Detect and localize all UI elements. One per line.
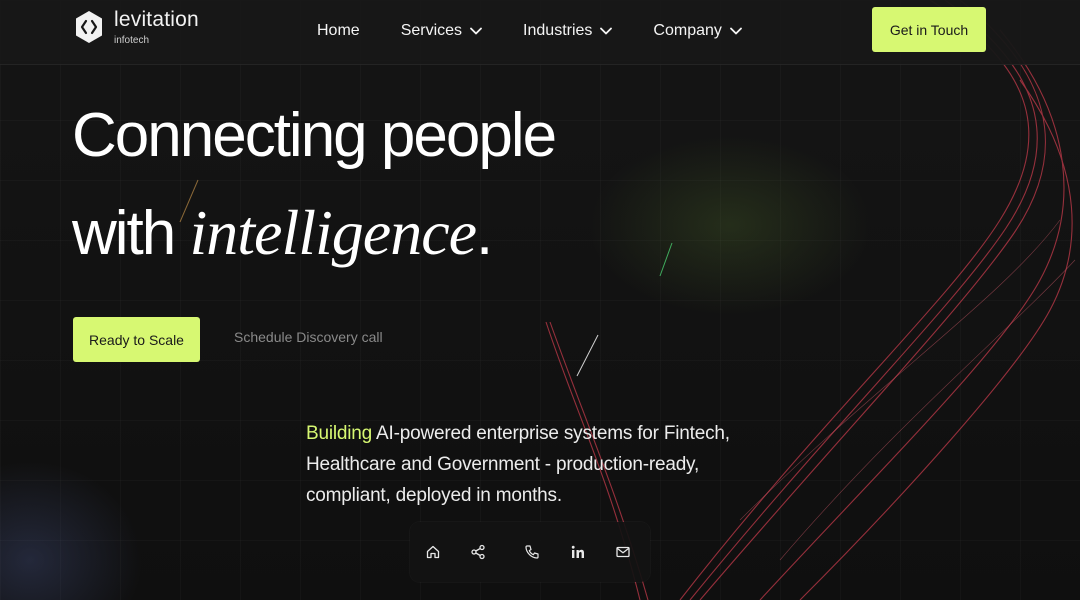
hero-heading-line-2: with intelligence. [72,195,493,272]
mail-icon[interactable] [613,542,633,562]
nav-item-services[interactable]: Services [401,18,482,44]
hero-heading-suffix: . [476,199,493,268]
nav-item-home[interactable]: Home [317,18,360,44]
nav-item-industries[interactable]: Industries [523,18,613,44]
nav-item-label: Company [653,22,722,39]
brand-name: levitation [114,8,199,31]
get-in-touch-button[interactable]: Get in Touch [872,7,986,52]
brand-logo[interactable]: levitation infotech [74,8,199,47]
linkedin-icon[interactable] [568,542,588,562]
chevron-down-icon [600,27,613,35]
nav-item-label: Services [400,22,463,39]
schedule-discovery-call-link[interactable]: Schedule Discovery call [234,329,383,345]
hero-heading-line-1: Connecting people [72,101,557,170]
code-brackets-hexagon-icon [76,11,102,43]
brand-subtitle: infotech [114,35,150,46]
share-icon[interactable] [468,542,488,562]
phone-icon[interactable] [522,542,542,562]
chevron-down-icon [470,27,482,35]
chevron-down-icon [730,27,742,35]
hero-heading-prefix: with [72,199,190,268]
ready-to-scale-button[interactable]: Ready to Scale [73,317,200,362]
description-accent: Building [306,423,373,444]
hero-heading-italic: intelligence [189,197,477,268]
nav-item-company[interactable]: Company [653,18,742,44]
social-dock [410,522,650,582]
nav-item-label: Home [317,22,360,39]
nav-item-label: Industries [523,22,593,39]
hero-description: Building AI-powered enterprise systems f… [306,418,746,511]
home-icon[interactable] [423,542,443,562]
top-navigation-bar: levitation infotech Home Services Indust… [0,0,1080,65]
main-menu: Home Services Industries Company [317,18,742,44]
